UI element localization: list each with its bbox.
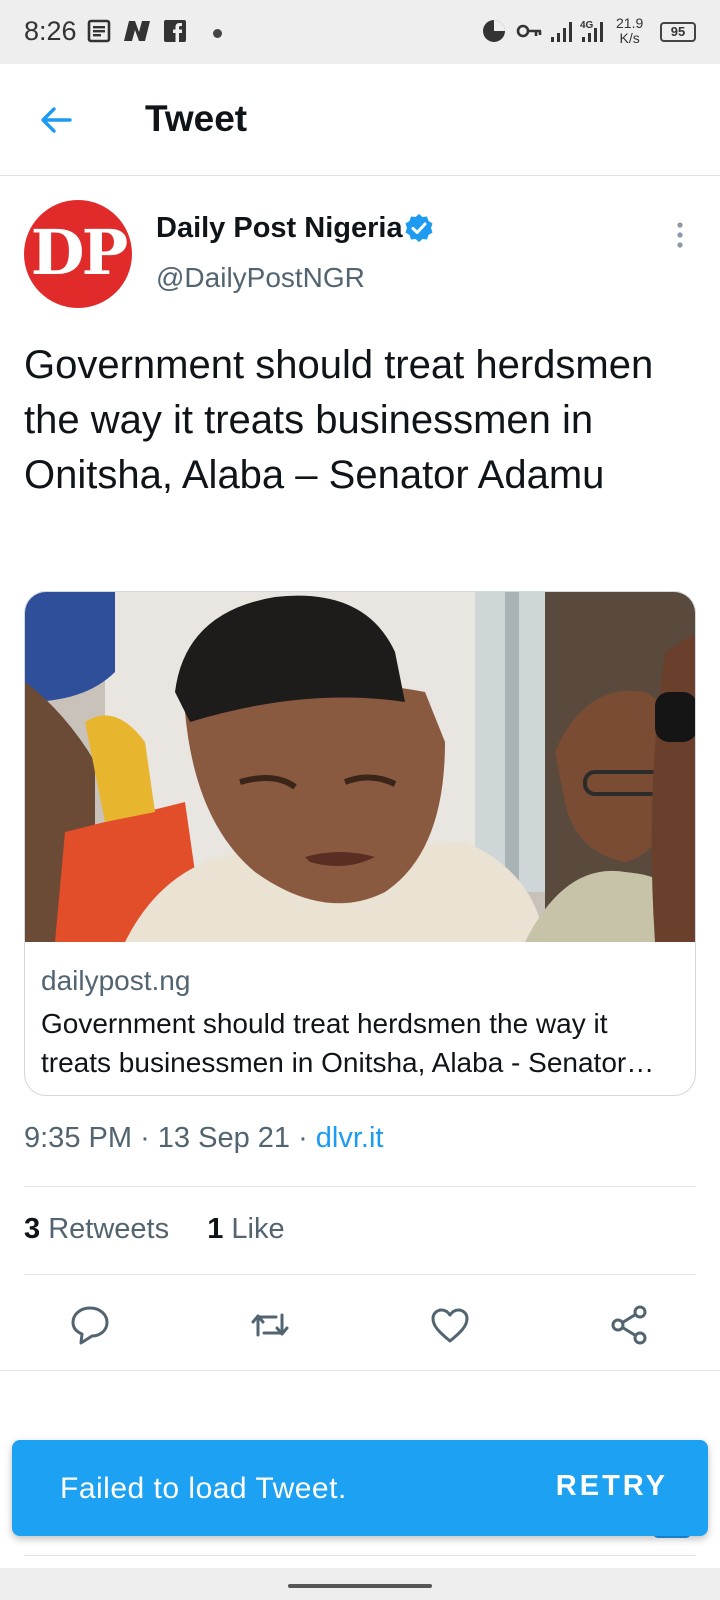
divider	[24, 1555, 696, 1556]
likes-count: 1	[207, 1213, 224, 1245]
notes-icon	[87, 19, 111, 43]
data-saver-icon	[483, 20, 505, 42]
likes-stat[interactable]: 1 Like	[207, 1213, 284, 1245]
tweet-stats: 3 Retweets 1 Like	[24, 1213, 285, 1246]
retweet-icon[interactable]	[248, 1303, 292, 1347]
divider	[24, 1186, 696, 1187]
avatar[interactable]: DP	[24, 200, 132, 308]
link-preview-card[interactable]: dailypost.ng Government should treat her…	[24, 591, 696, 1096]
home-gesture-handle[interactable]	[288, 1584, 432, 1588]
tweet-text: Government should treat herdsmen the way…	[24, 343, 654, 497]
retweets-stat[interactable]: 3 Retweets	[24, 1213, 177, 1245]
retweets-count: 3	[24, 1213, 41, 1245]
snackbar-message: Failed to load Tweet.	[60, 1472, 347, 1505]
vpn-key-icon	[516, 24, 542, 38]
tweet-timestamp: 9:35 PM · 13 Sep 21 · dlvr.it	[24, 1122, 383, 1155]
battery-icon: 95	[660, 22, 696, 42]
error-snackbar: Failed to load Tweet. RETRY	[12, 1440, 708, 1536]
tweet-date: 13 Sep 21	[157, 1122, 291, 1154]
svg-text:4G: 4G	[580, 20, 594, 31]
status-bar: 8:26 4G 21.9 K/s 95	[0, 0, 720, 64]
verified-badge-icon	[405, 214, 433, 242]
avatar-logo: DP	[30, 216, 128, 289]
reply-icon[interactable]	[68, 1303, 112, 1347]
network-speed: 21.9 K/s	[616, 15, 644, 46]
author-handle[interactable]: @DailyPostNGR	[156, 262, 365, 294]
likes-label: Like	[231, 1213, 285, 1245]
tweet-time: 9:35 PM	[24, 1122, 132, 1154]
signal-icon	[551, 22, 572, 42]
retweets-label: Retweets	[48, 1213, 170, 1245]
author-name[interactable]: Daily Post Nigeria	[156, 212, 403, 245]
retry-button[interactable]: RETRY	[556, 1470, 668, 1503]
card-domain: dailypost.ng	[41, 965, 191, 996]
share-icon[interactable]	[608, 1303, 652, 1347]
status-time: 8:26	[24, 16, 77, 46]
separator: ·	[140, 1122, 158, 1154]
tweet-source-link[interactable]: dlvr.it	[316, 1122, 384, 1154]
like-icon[interactable]	[428, 1303, 472, 1347]
facebook-icon	[164, 20, 186, 42]
divider	[24, 1274, 696, 1275]
news-icon	[124, 21, 150, 41]
top-app-bar: Tweet	[0, 64, 720, 176]
page-title: Tweet	[145, 98, 248, 139]
more-options-icon[interactable]	[668, 220, 692, 250]
article-image	[25, 592, 695, 942]
navigation-bar	[0, 1568, 720, 1600]
4g-signal-icon: 4G	[580, 20, 603, 42]
divider	[0, 1370, 720, 1371]
card-title: Government should treat herdsmen the way…	[41, 1008, 655, 1078]
dot-icon	[213, 29, 222, 38]
separator: ·	[298, 1122, 316, 1154]
arrow-left-icon[interactable]	[36, 100, 76, 140]
